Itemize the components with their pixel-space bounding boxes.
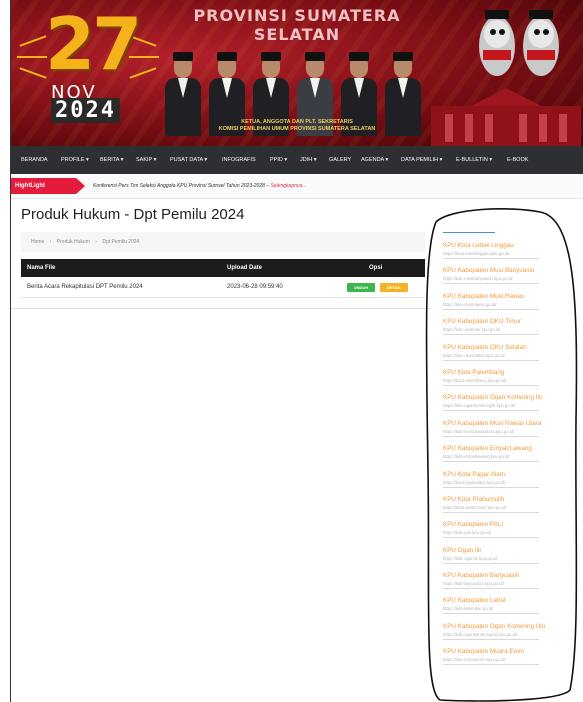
kpu-url: https://kab-ogankomeringilir.kpu.go.id/ xyxy=(443,402,539,412)
nav-galery[interactable]: GALERY xyxy=(329,146,351,174)
nav-berita[interactable]: BERITA ▾ xyxy=(100,146,123,174)
highlight-news-text[interactable]: Konferensi Pers Tim Seleksi Anggota KPU … xyxy=(93,183,269,189)
list-item: KPU Kabupaten OKU Timur https://kab-okuti… xyxy=(443,318,571,343)
kpu-url: https://kab-banyuasin.kpu.go.id/ xyxy=(443,580,539,590)
download-button[interactable]: UNDUH xyxy=(347,283,375,292)
list-item: KPU Kabupaten Ogan Komering Ilir https://… xyxy=(443,394,571,419)
election-date-day: 27 xyxy=(45,2,142,86)
kpu-url: https://kab-empatlawang.kpu.go.id/ xyxy=(443,453,539,463)
kpu-link[interactable]: KPU Ogan Ilir xyxy=(443,547,571,555)
breadcrumb: Home › Produk Hukum › Dpt Pemilu 2024 xyxy=(21,232,425,252)
kpu-url: https://kota-pagaralam.kpu.go.id/ xyxy=(443,479,539,488)
mascot-illustration xyxy=(479,10,559,76)
list-item: KPU Kabupaten Musi Rawas https://kpu-musi… xyxy=(443,293,571,318)
kpu-url: https://kota-lubuklinggau.kpu.go.id/ xyxy=(443,250,539,259)
nav-agenda[interactable]: AGENDA ▾ xyxy=(361,146,388,174)
nav-profile[interactable]: PROFILE ▾ xyxy=(61,146,89,174)
highlight-ticker: HightLight Konferensi Pers Tim Seleksi A… xyxy=(11,174,583,199)
table-row: Berita Acara Rekapitulasi DPT Pemilu 202… xyxy=(21,277,425,298)
kpu-links-sidebar: KPU Kota Lubuk Linggau https://kota-lubuk… xyxy=(443,242,571,674)
building-illustration xyxy=(431,88,581,146)
nav-beranda[interactable]: BERANDA xyxy=(21,146,48,174)
nav-data-pemilih[interactable]: DATA PEMILIH ▾ xyxy=(401,146,442,174)
province-title: PROVINSI SUMATERA SELATAN xyxy=(193,6,401,44)
kpu-url: https://kab-oganilir.kpu.go.id/ xyxy=(443,555,539,564)
col-opsi: Opsi xyxy=(369,265,383,271)
content-divider xyxy=(11,308,431,309)
kpu-link[interactable]: KPU Kabupaten Musi Rawas Utara xyxy=(443,420,571,428)
kpu-link[interactable]: KPU Kabupaten OKU Selatan xyxy=(443,344,571,352)
banner-caption: KETUA, ANGGOTA DAN PLT. SEKRETARIS KOMIS… xyxy=(218,119,376,132)
kpu-link[interactable]: KPU Kabupaten Musi Rawas xyxy=(443,293,571,301)
list-item: KPU Ogan Ilir https://kab-oganilir.kpu.go… xyxy=(443,547,571,572)
kpu-url: https://kab-muaraenim.kpu.go.id/ xyxy=(443,656,539,666)
kpu-url: https://kota-prabumulih.kpu.go.id/ xyxy=(443,504,539,513)
list-item: KPU Kabupaten Empat Lawang https://kab-em… xyxy=(443,445,571,470)
nav-jdih[interactable]: JDIH ▾ xyxy=(300,146,317,174)
detail-button[interactable]: DETAIL xyxy=(380,283,408,292)
list-item: KPU Kota Pagar Alam https://kota-pagarala… xyxy=(443,471,571,496)
kpu-url: https://kab-ogankomeringulu.kpu.go.id/ xyxy=(443,631,539,640)
highlight-more-link[interactable]: Selengkapnya... xyxy=(270,183,306,189)
col-upload-date: Upload Date xyxy=(227,265,263,271)
kpu-link[interactable]: KPU Kabupaten Ogan Komering Ilir xyxy=(443,394,571,402)
nav-pusat-data[interactable]: PUSAT DATA ▾ xyxy=(170,146,207,174)
files-table: Nama File Upload Date Opsi Berita Acara … xyxy=(21,259,425,298)
kpu-link[interactable]: KPU Kabupaten OKU Timur xyxy=(443,318,571,326)
kpu-link[interactable]: KPU Kabupaten PALI xyxy=(443,521,571,529)
kpu-link[interactable]: KPU Kabupaten Ogan Komering Ulu xyxy=(443,623,571,631)
kpu-link[interactable]: KPU Kota Pagar Alam xyxy=(443,471,571,479)
kpu-link[interactable]: KPU Kota Palembang xyxy=(443,369,571,377)
list-item: KPU Kabupaten Ogan Komering Ulu https://k… xyxy=(443,623,571,648)
list-item: KPU Kabupaten Muara Enim https://kab-muar… xyxy=(443,648,571,673)
breadcrumb-separator: › xyxy=(95,239,97,245)
kpu-link[interactable]: KPU Kota Lubuk Linggau xyxy=(443,242,571,250)
table-header: Nama File Upload Date Opsi xyxy=(21,259,425,277)
kpu-url: https://kab-lahat.kpu.go.id/ xyxy=(443,605,539,615)
kpu-url: https://kota-palembang.kpu.go.id/ xyxy=(443,377,539,386)
list-item: KPU Kabupaten OKU Selatan https://kab-oku… xyxy=(443,344,571,369)
kpu-link[interactable]: KPU Kabupaten Muara Enim xyxy=(443,648,571,656)
kpu-link[interactable]: KPU Kota Prabumulih xyxy=(443,496,571,504)
breadcrumb-current: Dpt Pemilu 2024 xyxy=(102,239,140,245)
nav-infografis[interactable]: INFOGRAFIS xyxy=(222,146,256,174)
kpu-url: https://kab-musibanyuasin.kpu.go.id/ xyxy=(443,275,539,285)
kpu-link[interactable]: KPU Kabupaten Banyuasin xyxy=(443,572,571,580)
list-item: KPU Kabupaten Musi Rawas Utara https://ka… xyxy=(443,420,571,445)
list-item: KPU Kota Palembang https://kota-palembang… xyxy=(443,369,571,394)
list-item: KPU Kabupaten Musi Banyuasin https://kab-… xyxy=(443,267,571,292)
breadcrumb-section[interactable]: Produk Hukum xyxy=(57,239,90,245)
highlight-label: HightLight xyxy=(11,178,85,194)
nav-sakip[interactable]: SAKIP ▾ xyxy=(136,146,156,174)
header-banner: 27 NOV 2024 PROVINSI SUMATERA SELATAN KE… xyxy=(11,0,583,146)
breadcrumb-home[interactable]: Home xyxy=(31,239,44,245)
breadcrumb-separator: › xyxy=(49,239,52,245)
kpu-url: https://kpu-musirawas.go.id/ xyxy=(443,301,539,310)
kpu-link[interactable]: KPU Kabupaten Lahat xyxy=(443,597,571,605)
kpu-link[interactable]: KPU Kabupaten Musi Banyuasin xyxy=(443,267,571,275)
kpu-link[interactable]: KPU Kabupaten Empat Lawang xyxy=(443,445,571,453)
election-date-year: 2024 xyxy=(51,98,120,123)
main-navbar: BERANDA PROFILE ▾ BERITA ▾ SAKIP ▾ PUSAT… xyxy=(11,146,583,174)
nav-e-book[interactable]: E-BOOK xyxy=(507,146,528,174)
list-item: KPU Kota Lubuk Linggau https://kota-lubuk… xyxy=(443,242,571,267)
page-title: Produk Hukum - Dpt Pemilu 2024 xyxy=(21,206,245,223)
file-name: Berita Acara Rekapitulasi DPT Pemilu 202… xyxy=(27,284,143,290)
kpu-url: https://kab-musirawasutara.kpu.go.id/ xyxy=(443,428,539,437)
upload-date: 2023-06-28 09:59:40 xyxy=(227,284,283,290)
list-item: KPU Kabupaten PALI https://kab-pali.kpu.g… xyxy=(443,521,571,546)
sidebar-accent-line xyxy=(443,232,495,233)
list-item: KPU Kabupaten Lahat https://kab-lahat.kpu… xyxy=(443,597,571,622)
list-item: KPU Kabupaten Banyuasin https://kab-banyu… xyxy=(443,572,571,597)
col-nama-file: Nama File xyxy=(27,265,56,271)
browser-frame: 27 NOV 2024 PROVINSI SUMATERA SELATAN KE… xyxy=(10,0,583,702)
nav-ppid[interactable]: PPID ▾ xyxy=(270,146,287,174)
kpu-url: https://kab-okuselatan.kpu.go.id/ xyxy=(443,352,539,361)
nav-e-bulletin[interactable]: E-BULLETIN ▾ xyxy=(456,146,492,174)
kpu-url: https://kab-pali.kpu.go.id/ xyxy=(443,529,539,539)
kpu-url: https://kab-okutimur.kpu.go.id/ xyxy=(443,326,539,336)
list-item: KPU Kota Prabumulih https://kota-prabumul… xyxy=(443,496,571,521)
